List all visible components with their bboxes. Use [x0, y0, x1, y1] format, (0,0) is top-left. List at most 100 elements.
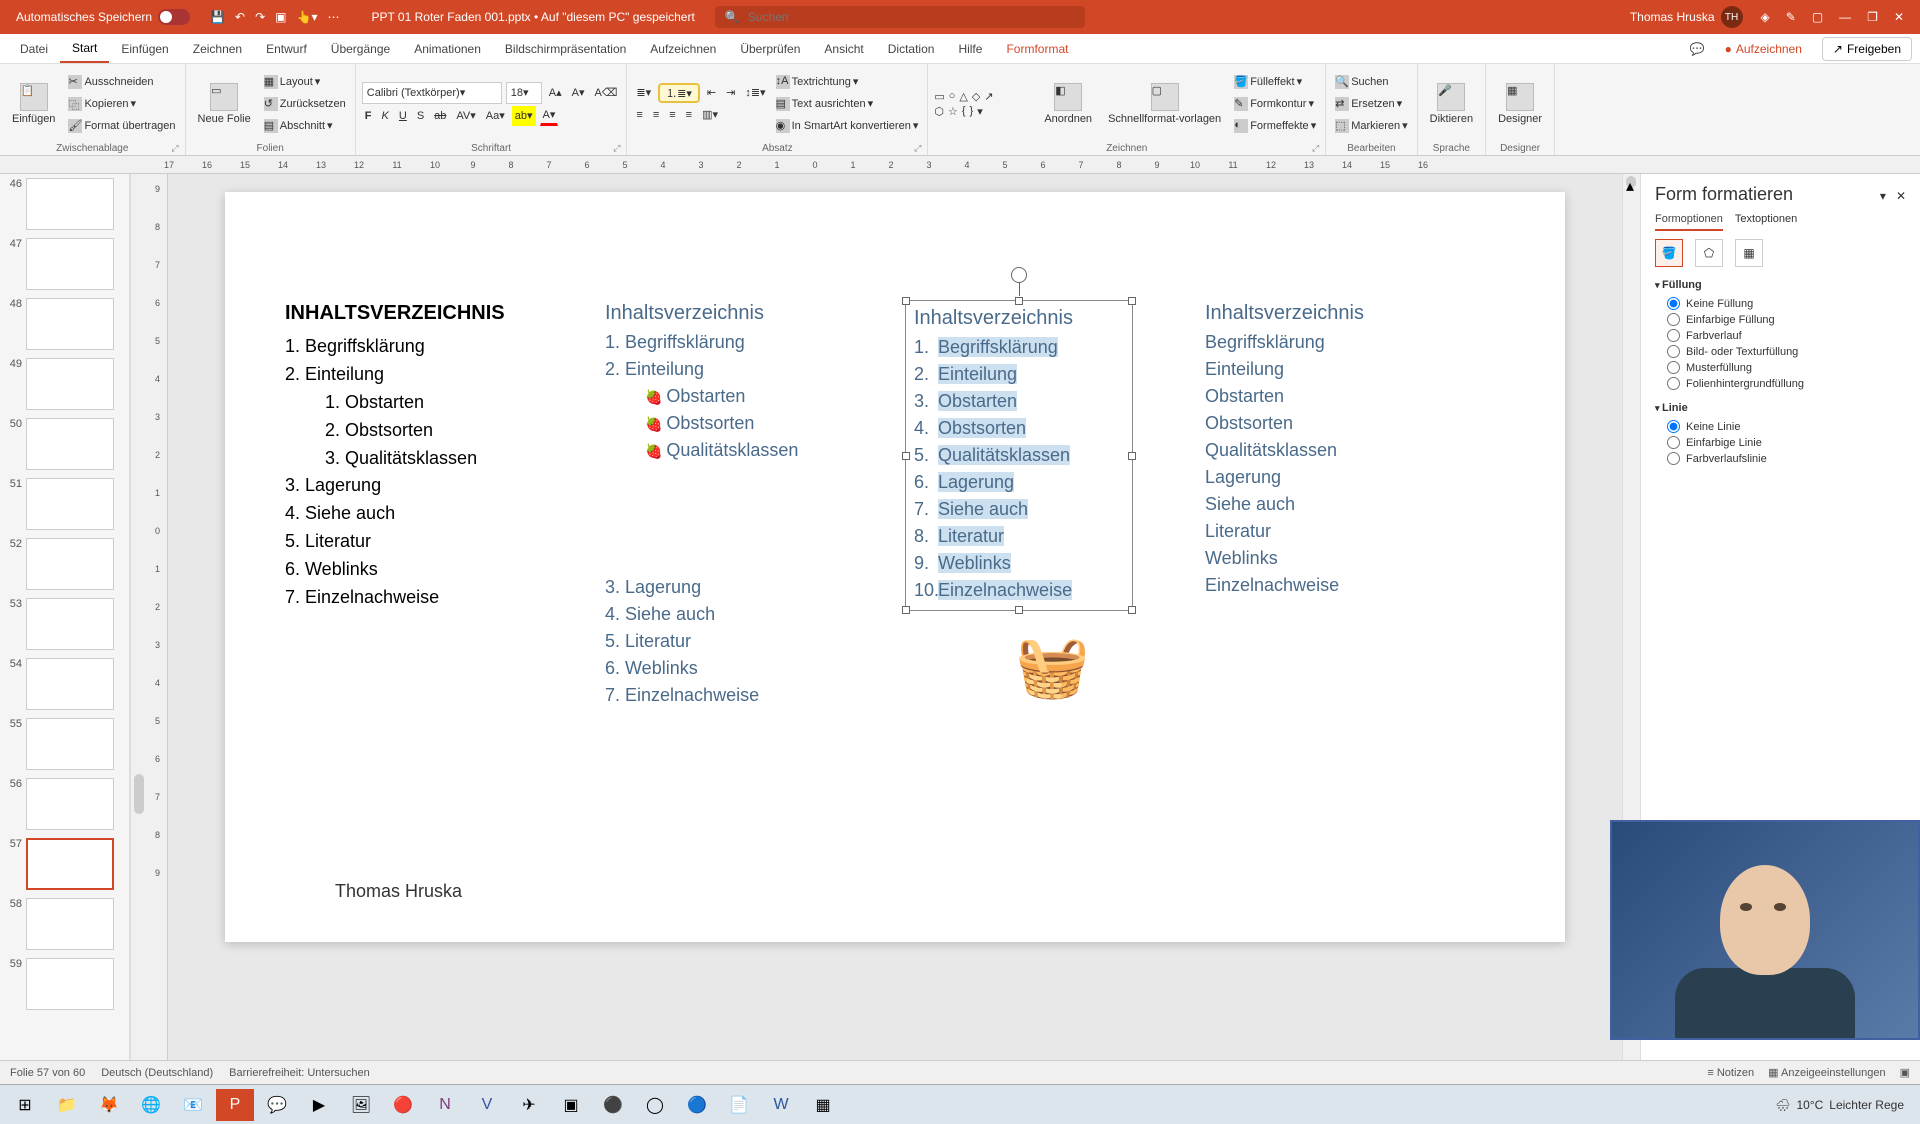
- launcher-icon[interactable]: ⤢: [613, 143, 620, 154]
- outlook-icon[interactable]: 📧: [174, 1089, 212, 1121]
- app-icon[interactable]: ◯: [636, 1089, 674, 1121]
- list-item[interactable]: 5.Qualitätsklassen: [914, 442, 1124, 469]
- line-spacing-button[interactable]: ↕≣▾: [742, 83, 768, 103]
- shape-effects-button[interactable]: ◐Formeffekte ▾: [1231, 116, 1319, 136]
- scroll-thumb[interactable]: [134, 774, 144, 814]
- arrange-button[interactable]: ◧Anordnen: [1038, 66, 1098, 141]
- tab-datei[interactable]: Datei: [8, 34, 60, 63]
- format-painter-button[interactable]: 🖌Format übertragen: [65, 116, 178, 136]
- app-icon[interactable]: 🔴: [384, 1089, 422, 1121]
- more-icon[interactable]: ⋯: [327, 10, 339, 24]
- app-icon[interactable]: 💬: [258, 1089, 296, 1121]
- list-item[interactable]: Obstarten: [645, 383, 865, 410]
- list-item[interactable]: 1. Obstarten: [325, 389, 565, 417]
- thumb-49[interactable]: 49: [4, 358, 125, 410]
- tab-zeichnen[interactable]: Zeichnen: [181, 34, 254, 63]
- textbox-toc2[interactable]: Inhaltsverzeichnis 1. Begriffsklärung2. …: [605, 302, 865, 709]
- list-item[interactable]: 3.Obstarten: [914, 388, 1124, 415]
- shape-outline-button[interactable]: ✎Formkontur ▾: [1231, 94, 1319, 114]
- textbox-toc3-selected[interactable]: Inhaltsverzeichnis 1.Begriffsklärung2.Ei…: [905, 300, 1133, 611]
- list-item[interactable]: 7.Siehe auch: [914, 496, 1124, 523]
- redo-icon[interactable]: ↷: [255, 10, 265, 24]
- increase-indent-button[interactable]: ⇥: [723, 83, 738, 103]
- slide-canvas[interactable]: INHALTSVERZEICHNIS 1. Begriffsklärung2. …: [225, 192, 1565, 942]
- notes-button[interactable]: ≡ Notizen: [1707, 1067, 1754, 1079]
- record-button[interactable]: ● Aufzeichnen: [1715, 38, 1812, 60]
- shape-fill-button[interactable]: 🪣Fülleffekt ▾: [1231, 72, 1319, 92]
- list-item[interactable]: Weblinks: [1205, 545, 1445, 572]
- list-item[interactable]: 3. Lagerung: [605, 574, 865, 601]
- ruler-horizontal[interactable]: 1716151413121110987654321012345678910111…: [0, 156, 1920, 174]
- launcher-icon[interactable]: ⤢: [171, 143, 178, 154]
- pane-options-icon[interactable]: ▾: [1880, 189, 1886, 203]
- diamond-icon[interactable]: ◈: [1753, 10, 1778, 24]
- smartart-button[interactable]: ◉In SmartArt konvertieren ▾: [773, 116, 922, 136]
- chrome-icon[interactable]: 🌐: [132, 1089, 170, 1121]
- text-direction-button[interactable]: ↕ATextrichtung ▾: [773, 72, 922, 92]
- line-radio[interactable]: Keine Linie: [1667, 420, 1906, 433]
- thumb-52[interactable]: 52: [4, 538, 125, 590]
- cut-button[interactable]: ✂Ausschneiden: [65, 72, 178, 92]
- find-button[interactable]: 🔍Suchen: [1332, 72, 1410, 92]
- text-align-button[interactable]: ▤Text ausrichten ▾: [773, 94, 922, 114]
- slide-counter[interactable]: Folie 57 von 60: [10, 1067, 85, 1079]
- list-item[interactable]: 7. Einzelnachweise: [605, 682, 865, 709]
- list-item[interactable]: 10.Einzelnachweise: [914, 577, 1124, 604]
- select-button[interactable]: ⬚Markieren ▾: [1332, 116, 1410, 136]
- line-radio[interactable]: Farbverlaufslinie: [1667, 452, 1906, 465]
- paste-button[interactable]: 📋Einfügen: [6, 66, 61, 141]
- resize-handle[interactable]: [1015, 606, 1023, 614]
- search-box[interactable]: 🔍: [715, 6, 1085, 28]
- textbox-toc4[interactable]: Inhaltsverzeichnis BegriffsklärungEintei…: [1205, 302, 1445, 599]
- list-item[interactable]: Einzelnachweise: [1205, 572, 1445, 599]
- firefox-icon[interactable]: 🦊: [90, 1089, 128, 1121]
- thumbs-scrollbar[interactable]: [130, 174, 148, 1060]
- list-item[interactable]: 8.Literatur: [914, 523, 1124, 550]
- list-item[interactable]: Qualitätsklassen: [1205, 437, 1445, 464]
- list-item[interactable]: Obstsorten: [645, 410, 865, 437]
- grow-font-button[interactable]: A▴: [546, 83, 565, 103]
- fill-radio[interactable]: Farbverlauf: [1667, 329, 1906, 342]
- align-center-button[interactable]: ≡: [650, 105, 662, 125]
- file-title[interactable]: PPT 01 Roter Faden 001.pptx • Auf "diese…: [351, 10, 714, 24]
- list-item[interactable]: 4.Obstsorten: [914, 415, 1124, 442]
- clear-format-button[interactable]: A⌫: [592, 83, 621, 103]
- columns-button[interactable]: ▥▾: [699, 105, 721, 125]
- list-item[interactable]: 6. Weblinks: [285, 556, 565, 584]
- list-item[interactable]: 2. Obstsorten: [325, 417, 565, 445]
- pen-icon[interactable]: ✎: [1778, 10, 1804, 24]
- search-input[interactable]: [748, 10, 1075, 24]
- tab-textoptionen[interactable]: Textoptionen: [1735, 213, 1797, 231]
- comments-icon[interactable]: 💬: [1690, 42, 1705, 56]
- layout-button[interactable]: ▦Layout ▾: [261, 72, 349, 92]
- fill-radio[interactable]: Folienhintergrundfüllung: [1667, 377, 1906, 390]
- align-right-button[interactable]: ≡: [666, 105, 678, 125]
- normal-view-icon[interactable]: ▣: [1900, 1066, 1910, 1079]
- line-section-header[interactable]: Linie: [1655, 402, 1906, 414]
- underline-button[interactable]: U: [396, 106, 410, 126]
- language-status[interactable]: Deutsch (Deutschland): [101, 1067, 213, 1079]
- list-item[interactable]: Qualitätsklassen: [645, 437, 865, 464]
- list-item[interactable]: 1. Begriffsklärung: [285, 333, 565, 361]
- resize-handle[interactable]: [1128, 606, 1136, 614]
- resize-handle[interactable]: [1015, 297, 1023, 305]
- slide-footer[interactable]: Thomas Hruska: [335, 881, 462, 902]
- ribbon-mode-icon[interactable]: ▢: [1812, 10, 1823, 24]
- list-item[interactable]: Lagerung: [1205, 464, 1445, 491]
- pane-close-icon[interactable]: ✕: [1896, 189, 1906, 203]
- list-item[interactable]: 9.Weblinks: [914, 550, 1124, 577]
- save-icon[interactable]: 💾: [210, 10, 225, 24]
- tab-formoptionen[interactable]: Formoptionen: [1655, 213, 1723, 231]
- rotate-handle[interactable]: [1011, 267, 1027, 283]
- thumb-58[interactable]: 58: [4, 898, 125, 950]
- obs-icon[interactable]: ⚫: [594, 1089, 632, 1121]
- reset-button[interactable]: ↺Zurücksetzen: [261, 94, 349, 114]
- fill-line-tab-icon[interactable]: 🪣: [1655, 239, 1683, 267]
- resize-handle[interactable]: [902, 606, 910, 614]
- fill-radio[interactable]: Einfarbige Füllung: [1667, 313, 1906, 326]
- list-item[interactable]: 5. Literatur: [285, 528, 565, 556]
- telegram-icon[interactable]: ✈: [510, 1089, 548, 1121]
- fill-radio[interactable]: Musterfüllung: [1667, 361, 1906, 374]
- list-item[interactable]: 6.Lagerung: [914, 469, 1124, 496]
- list-item[interactable]: 3. Lagerung: [285, 472, 565, 500]
